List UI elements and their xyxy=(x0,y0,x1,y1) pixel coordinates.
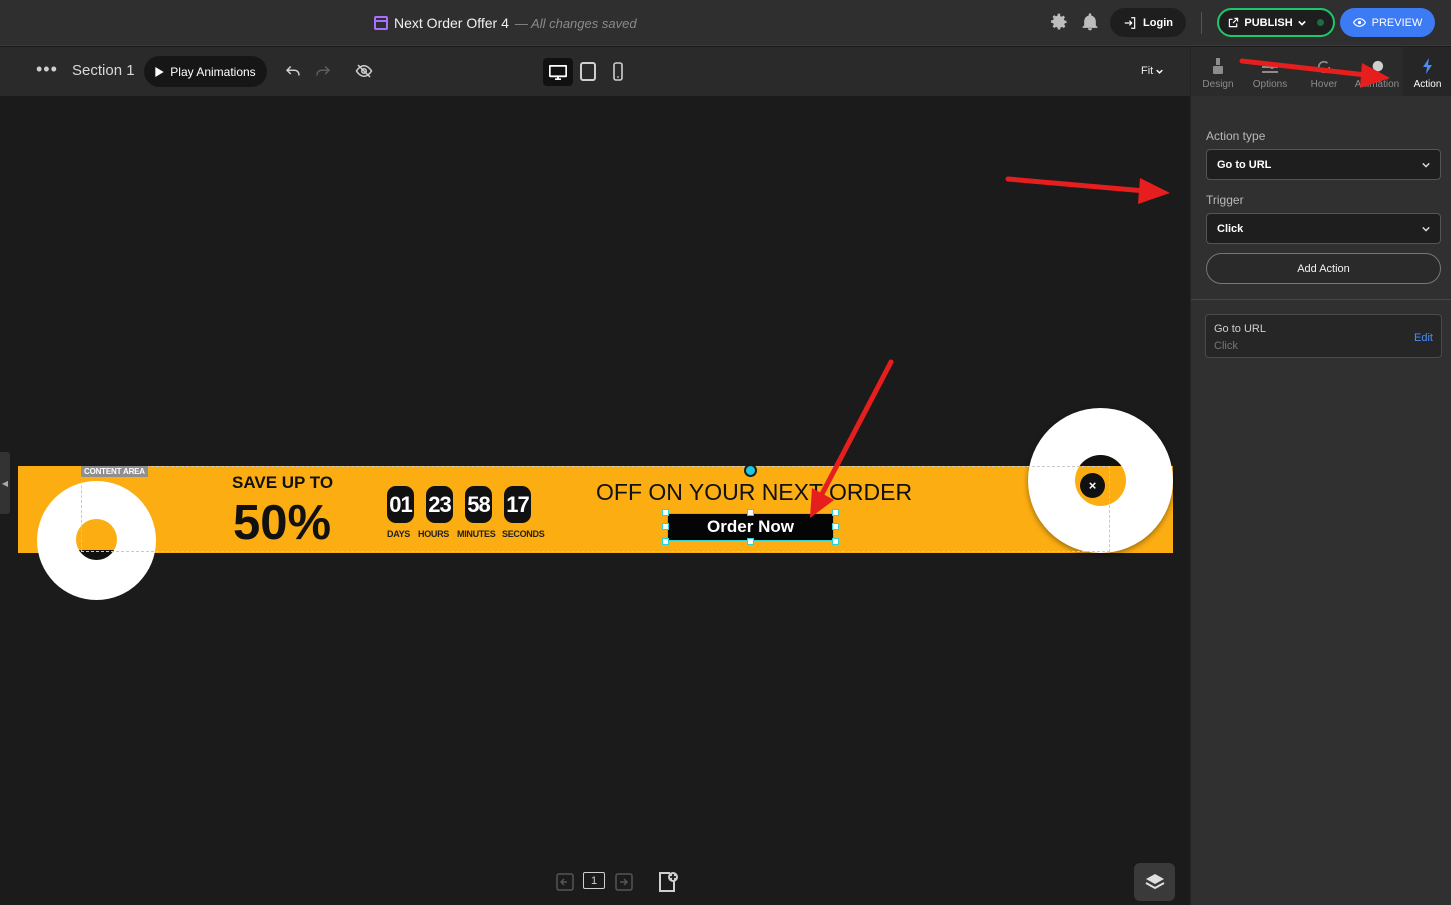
resize-handle[interactable] xyxy=(747,538,754,545)
countdown-hours-label: HOURS xyxy=(418,529,450,539)
redo-icon[interactable] xyxy=(314,62,332,80)
content-area-tag: CONTENT AREA xyxy=(81,466,148,477)
edit-action-link[interactable]: Edit xyxy=(1414,332,1433,344)
action-type-label: Action type xyxy=(1206,129,1266,143)
hide-eye-icon[interactable] xyxy=(355,62,373,80)
action-type-value: Go to URL xyxy=(1217,158,1272,171)
play-animations-button[interactable]: Play Animations xyxy=(144,56,267,87)
undo-icon[interactable] xyxy=(284,62,302,80)
play-animations-label: Play Animations xyxy=(170,64,256,79)
add-action-button[interactable]: Add Action xyxy=(1206,253,1441,284)
bolt-icon xyxy=(1422,58,1432,74)
zoom-label: Fit xyxy=(1141,65,1154,77)
action-card-trigger: Click xyxy=(1214,340,1238,352)
countdown-minutes-label: MINUTES xyxy=(457,529,496,539)
document-title-area: Next Order Offer 4 — All changes saved xyxy=(374,13,637,33)
bell-icon[interactable] xyxy=(1080,12,1100,32)
publish-label: PUBLISH xyxy=(1244,16,1293,29)
editor-toolbar: ••• Section 1 Play Animations Fit xyxy=(0,47,1190,96)
next-page-icon[interactable] xyxy=(615,871,633,893)
trigger-label: Trigger xyxy=(1206,193,1244,207)
properties-panel: Design Options Hover Animation Action Ac… xyxy=(1190,47,1451,905)
chevron-down-icon xyxy=(1156,69,1164,74)
document-title[interactable]: Next Order Offer 4 xyxy=(394,15,509,31)
gear-icon[interactable] xyxy=(1049,12,1069,32)
resize-handle[interactable] xyxy=(662,538,669,545)
add-page-icon[interactable] xyxy=(657,871,679,893)
tab-animation[interactable]: Animation xyxy=(1351,47,1403,96)
action-card-title: Go to URL xyxy=(1214,323,1266,335)
login-icon xyxy=(1124,16,1136,29)
status-dot xyxy=(1316,19,1324,26)
resize-handle[interactable] xyxy=(662,523,669,530)
tab-design[interactable]: Design xyxy=(1195,47,1241,96)
countdown-minutes[interactable]: 58 xyxy=(465,486,492,523)
countdown-days[interactable]: 01 xyxy=(387,486,414,523)
animation-icon xyxy=(1372,60,1384,72)
countdown-seconds-label: SECONDS xyxy=(502,529,545,539)
trigger-select[interactable]: Click xyxy=(1206,213,1441,244)
resize-handle[interactable] xyxy=(662,509,669,516)
layers-button[interactable] xyxy=(1134,863,1175,901)
chevron-down-icon xyxy=(1297,20,1306,26)
layers-icon xyxy=(1145,874,1164,890)
tab-hover[interactable]: Hover xyxy=(1301,47,1347,96)
brush-icon xyxy=(1213,58,1223,74)
hover-icon xyxy=(1317,60,1331,74)
publish-button[interactable]: PUBLISH xyxy=(1217,8,1335,37)
rotate-handle[interactable] xyxy=(744,464,757,477)
tablet-icon[interactable] xyxy=(580,62,596,81)
login-label: Login xyxy=(1143,16,1173,29)
resize-handle[interactable] xyxy=(832,538,839,545)
trigger-value: Click xyxy=(1217,222,1244,235)
order-now-button[interactable]: Order Now xyxy=(667,513,834,541)
page-number[interactable]: 1 xyxy=(583,872,605,889)
discount-text[interactable]: 50% xyxy=(233,494,331,552)
save-status: — All changes saved xyxy=(514,15,637,31)
play-icon xyxy=(155,66,164,77)
external-link-icon xyxy=(1229,17,1239,28)
preview-label: PREVIEW xyxy=(1371,16,1423,29)
preview-button[interactable]: PREVIEW xyxy=(1340,8,1435,37)
resize-handle[interactable] xyxy=(747,509,754,516)
tab-action[interactable]: Action xyxy=(1403,47,1451,96)
panel-tabs: Design Options Hover Animation Action xyxy=(1191,47,1451,96)
divider xyxy=(1191,299,1451,300)
desktop-icon xyxy=(549,64,567,80)
mobile-icon[interactable] xyxy=(612,62,624,81)
chevron-down-icon xyxy=(1422,162,1430,168)
countdown-days-label: DAYS xyxy=(387,529,410,539)
previous-page-icon[interactable] xyxy=(556,871,574,893)
action-card[interactable]: Go to URL Click Edit xyxy=(1205,314,1442,358)
resize-handle[interactable] xyxy=(832,509,839,516)
device-desktop-button[interactable] xyxy=(543,58,573,86)
countdown-seconds[interactable]: 17 xyxy=(504,486,531,523)
annotation-arrowhead xyxy=(1138,178,1170,204)
section-label[interactable]: Section 1 xyxy=(72,62,135,79)
top-bar: Next Order Offer 4 — All changes saved L… xyxy=(0,0,1451,46)
offer-headline[interactable]: OFF ON YOUR NEXT ORDER xyxy=(596,479,912,506)
eye-icon xyxy=(1352,18,1366,27)
login-button[interactable]: Login xyxy=(1110,8,1186,37)
tab-options[interactable]: Options xyxy=(1247,47,1293,96)
annotation-arrow xyxy=(1005,176,1148,194)
countdown-hours[interactable]: 23 xyxy=(426,486,453,523)
sliders-icon xyxy=(1262,65,1278,73)
save-up-to-text[interactable]: SAVE UP TO xyxy=(232,473,333,493)
chevron-down-icon xyxy=(1422,226,1430,232)
popup-icon xyxy=(374,16,388,30)
zoom-select[interactable]: Fit xyxy=(1141,65,1164,77)
action-type-select[interactable]: Go to URL xyxy=(1206,149,1441,180)
resize-handle[interactable] xyxy=(832,523,839,530)
divider xyxy=(1201,12,1202,34)
collapse-left-panel-handle[interactable]: ◀ xyxy=(0,452,10,514)
